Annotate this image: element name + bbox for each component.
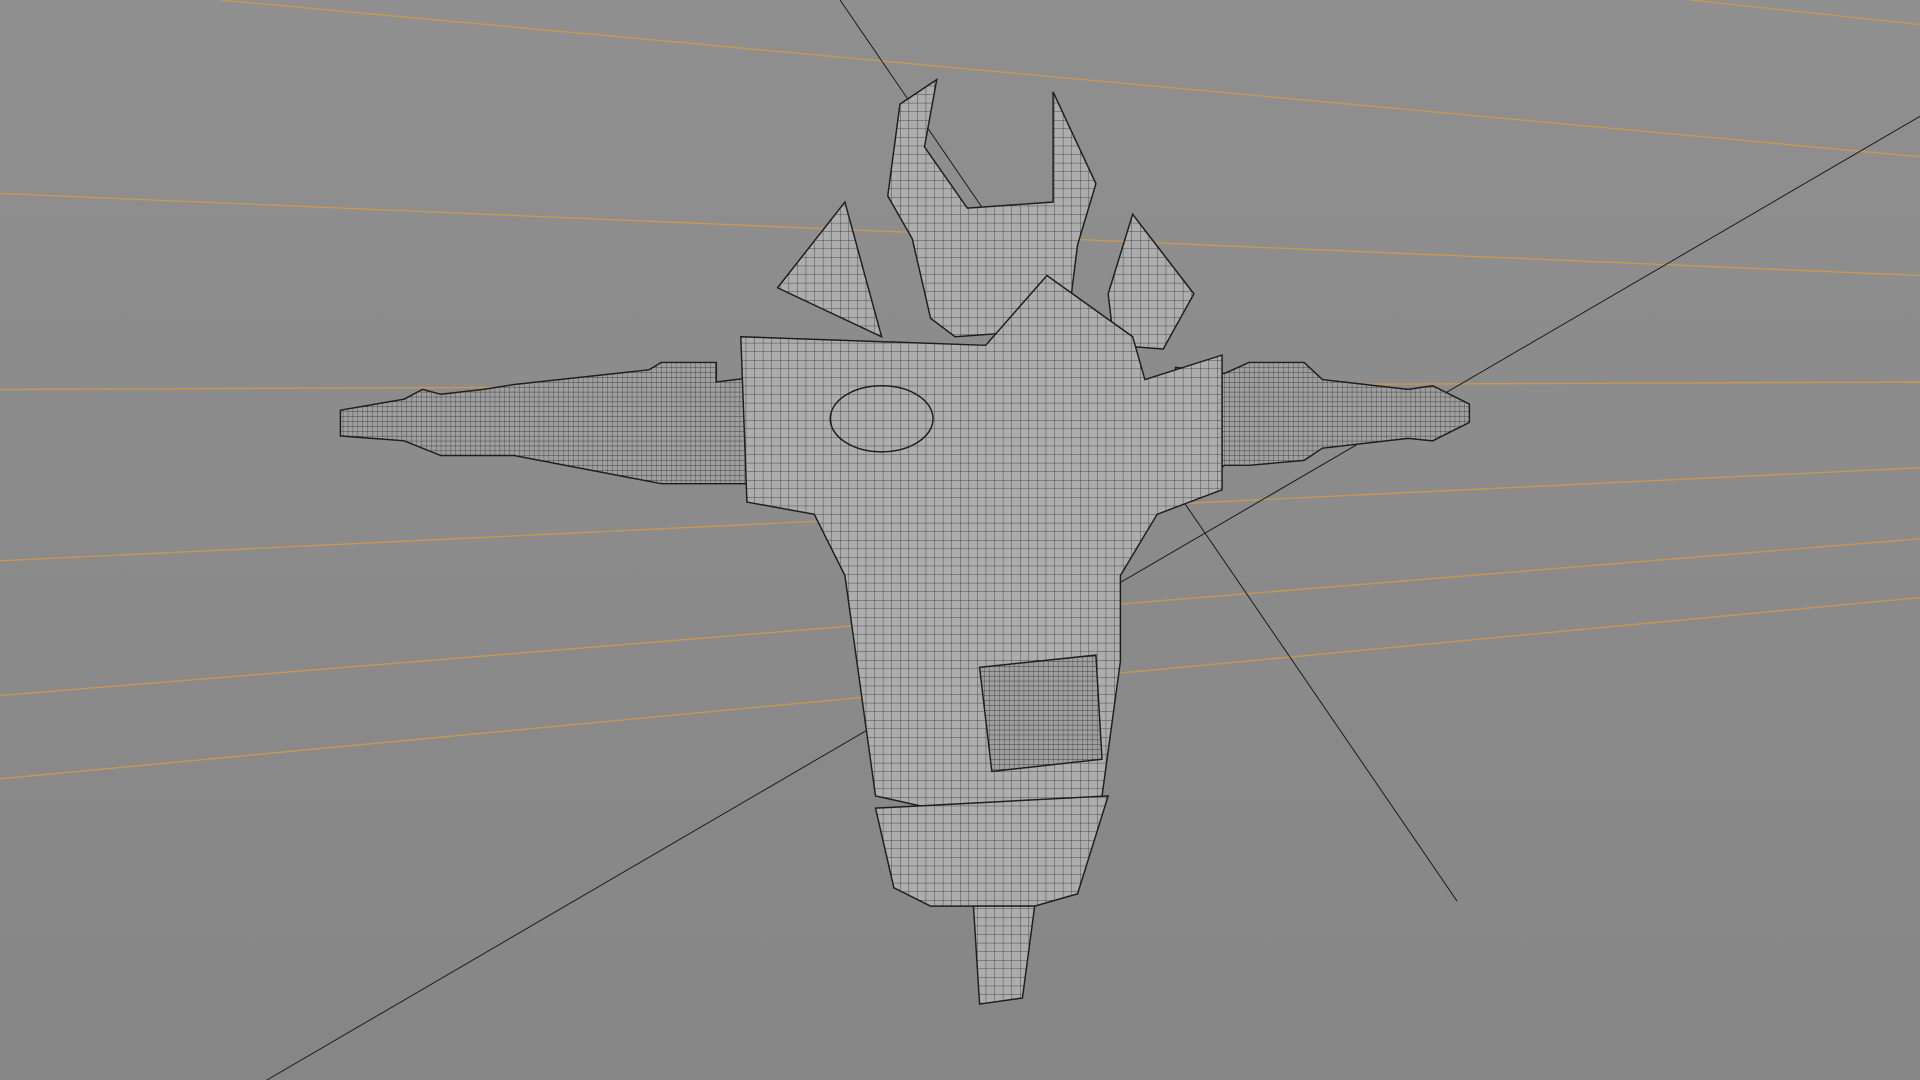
belt-plate xyxy=(978,654,1103,773)
shoulder-socket xyxy=(829,384,934,453)
lower-cone xyxy=(874,795,1110,907)
3d-viewport[interactable] xyxy=(0,0,1920,1080)
viewport-canvas xyxy=(0,0,1920,1080)
